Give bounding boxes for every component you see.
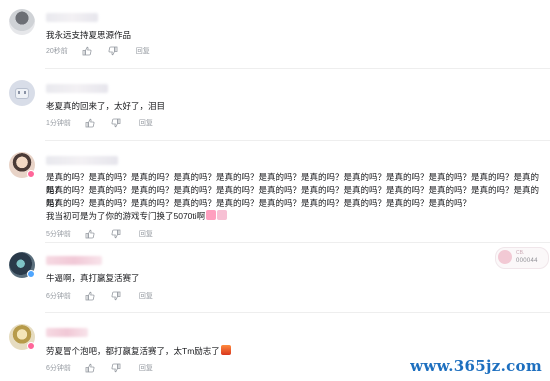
divider [45, 242, 550, 243]
username[interactable] [46, 256, 102, 265]
reply-button[interactable]: 回复 [136, 46, 150, 56]
comment-text: 牛逼啊，真打赢复活赛了 [46, 273, 140, 283]
emoji-sticker [217, 210, 228, 220]
timestamp: 20秒前 [46, 48, 68, 55]
dislike-icon[interactable] [111, 118, 123, 128]
comment-text: 我永远支持夏思源作品 [46, 30, 132, 40]
emoji-sticker [206, 210, 217, 220]
avatar[interactable] [9, 80, 35, 106]
vip-badge [27, 170, 35, 178]
dislike-icon[interactable] [111, 229, 123, 239]
dislike-icon[interactable] [111, 291, 123, 301]
like-icon[interactable] [85, 229, 97, 239]
vip-badge [27, 270, 35, 278]
reply-button[interactable]: 回复 [139, 229, 153, 239]
like-icon[interactable] [85, 118, 97, 128]
watermark: www.365jz.com [410, 357, 542, 375]
username[interactable] [46, 84, 108, 93]
reply-button[interactable]: 回复 [139, 291, 153, 301]
username[interactable] [46, 156, 118, 165]
comment-line-text: 劳夏冒个泡吧，都打赢复活赛了，太Tm励志了 [46, 346, 220, 356]
fan-card-number: 000044 [516, 258, 538, 264]
timestamp: 1分钟前 [46, 120, 71, 127]
like-icon[interactable] [85, 291, 97, 301]
dislike-icon[interactable] [111, 363, 123, 373]
fan-card-label: CB. [516, 250, 525, 256]
comment-text: 老夏真的回来了，太好了，泪目 [46, 101, 166, 111]
dislike-icon[interactable] [108, 46, 120, 56]
comment-meta: 5分钟前 回复 [46, 229, 153, 239]
comment-meta: 1分钟前 回复 [46, 118, 153, 128]
avatar[interactable] [9, 9, 35, 35]
fan-card-avatar [498, 250, 512, 264]
comment-line-text: 我当初可是为了你的游戏专门换了5070ti啊 [46, 211, 206, 221]
comment-meta: 6分钟前 回复 [46, 363, 153, 373]
timestamp: 5分钟前 [46, 231, 71, 238]
comment-line: 是真的吗？是真的吗？是真的吗？是真的吗？是真的吗？是真的吗？是真的吗？是真的吗？… [46, 198, 472, 208]
emoji-sticker [220, 345, 231, 355]
divider [45, 140, 550, 141]
divider [45, 312, 550, 313]
username[interactable] [46, 328, 88, 337]
username[interactable] [46, 13, 98, 22]
timestamp: 6分钟前 [46, 365, 71, 372]
comment-line: 我当初可是为了你的游戏专门换了5070ti啊 [46, 210, 228, 223]
like-icon[interactable] [85, 363, 97, 373]
comment-meta: 20秒前 回复 [46, 46, 150, 56]
comment-line: 劳夏冒个泡吧，都打赢复活赛了，太Tm励志了 [46, 345, 231, 358]
fan-medal-card[interactable]: CB. 000044 [495, 247, 549, 269]
reply-button[interactable]: 回复 [139, 363, 153, 373]
like-icon[interactable] [82, 46, 94, 56]
divider [45, 68, 550, 69]
timestamp: 6分钟前 [46, 293, 71, 300]
vip-badge [27, 342, 35, 350]
reply-button[interactable]: 回复 [139, 118, 153, 128]
comment-meta: 6分钟前 回复 [46, 291, 153, 301]
